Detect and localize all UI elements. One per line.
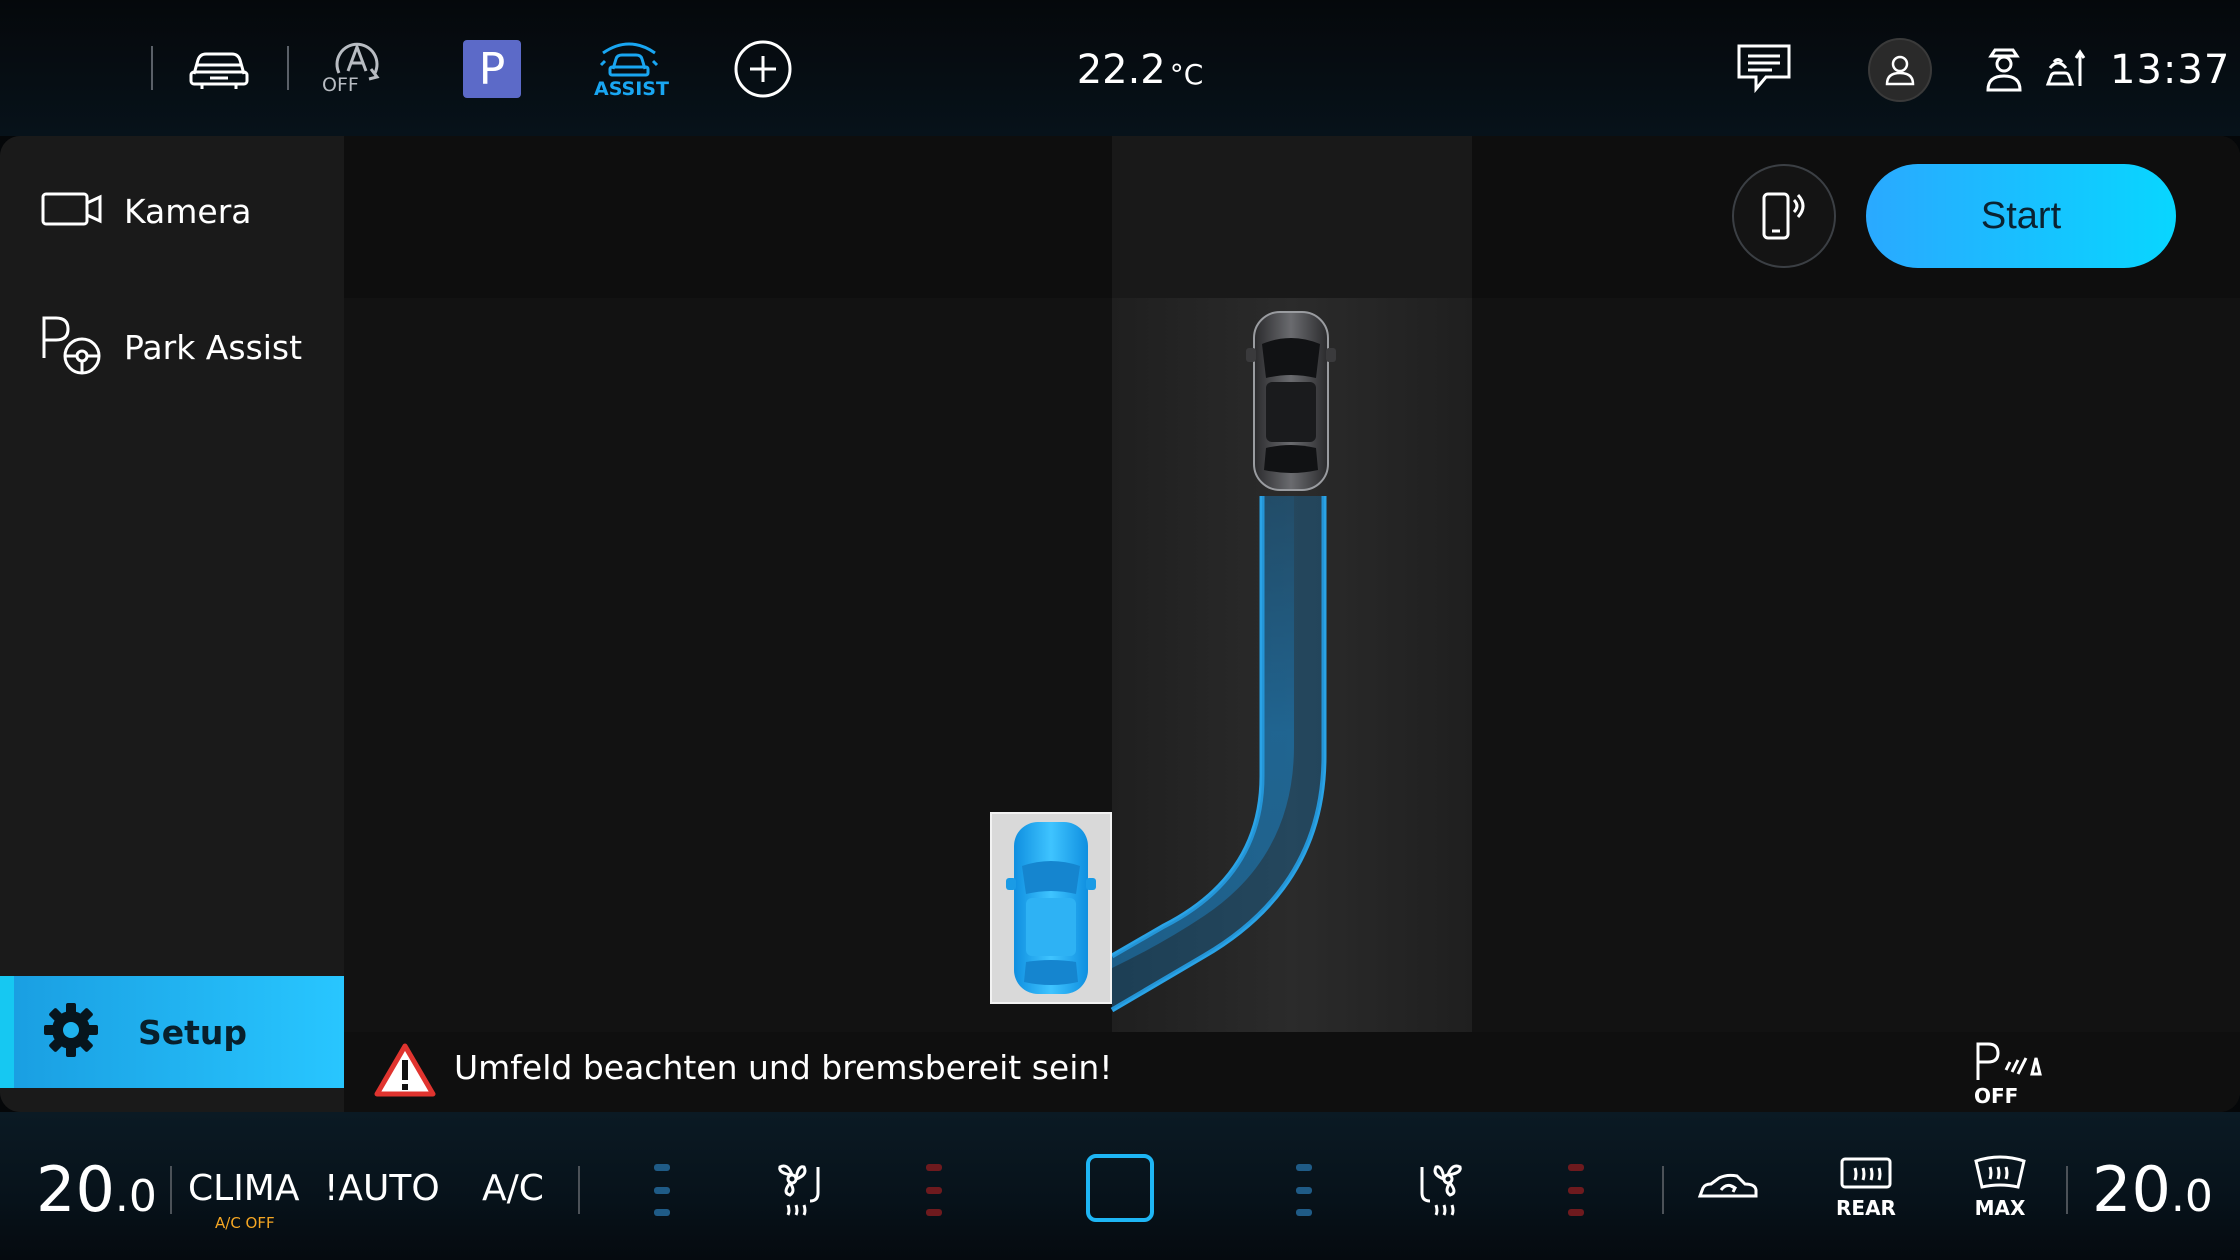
gear-icon [42, 1001, 100, 1063]
right-fan-level [1296, 1164, 1312, 1216]
max-defrost-icon[interactable] [1964, 1155, 2036, 1190]
climate-menu-button[interactable] [1086, 1154, 1154, 1222]
divider [170, 1166, 172, 1214]
seat-ventilation-right-icon[interactable] [1408, 1158, 1472, 1218]
left-fan-level [654, 1164, 670, 1216]
temperature-unit: °C [1169, 57, 1204, 91]
sidebar-item-label: Park Assist [124, 327, 303, 367]
left-temperature[interactable]: 20.0 [36, 1152, 157, 1226]
divider [578, 1166, 580, 1214]
divider [2066, 1166, 2068, 1214]
driver-profile-icon[interactable] [1984, 44, 2024, 94]
sidebar-item-park-assist[interactable]: Park Assist [0, 292, 344, 402]
main-panel: Kamera Park Assist Setup Start Umfeld be… [0, 136, 2240, 1112]
sidebar-item-kamera[interactable]: Kamera [0, 156, 344, 266]
recirculation-icon[interactable] [1696, 1170, 1760, 1206]
assist-label: ASSIST [594, 78, 669, 100]
ac-button[interactable]: A/C [482, 1168, 544, 1209]
left-temperature-dec: .0 [114, 1170, 157, 1222]
warning-icon [374, 1042, 436, 1102]
remote-park-button[interactable] [1732, 164, 1836, 268]
auto-button[interactable]: !AUTO [324, 1168, 440, 1209]
park-assist-view: Start Umfeld beachten und bremsbereit se… [344, 136, 2240, 1112]
left-temperature-int: 20 [36, 1152, 115, 1226]
car-icon[interactable] [186, 40, 252, 96]
right-temperature-int: 20 [2092, 1152, 2171, 1226]
camera-icon [40, 189, 104, 233]
auto-hold-label: OFF [322, 74, 359, 96]
max-defrost-label: MAX [1974, 1196, 2026, 1220]
right-temperature-dec: .0 [2170, 1170, 2213, 1222]
climate-bar: 20.0 CLIMA A/C OFF !AUTO A/C REAR MAX 20… [0, 1112, 2240, 1260]
connected-car-icon[interactable] [2044, 46, 2088, 92]
clima-button[interactable]: CLIMA [188, 1168, 300, 1209]
parking-sensor-label: OFF [1974, 1084, 2019, 1108]
divider [151, 46, 153, 90]
phone-remote-icon [1758, 186, 1810, 246]
clock: 13:37 [2110, 47, 2231, 93]
right-seat-heat-level [1568, 1164, 1584, 1216]
vehicle-target-position [1006, 822, 1096, 994]
sidebar-item-label: Setup [138, 1012, 248, 1052]
vehicle-current-position [1246, 311, 1336, 491]
rear-defrost-label: REAR [1836, 1196, 1896, 1220]
parking-sensor-icon [1976, 1042, 2042, 1080]
parking-trajectory [1110, 496, 1327, 1013]
park-button[interactable]: P [463, 40, 521, 98]
temperature-value: 22.2 [1076, 47, 1166, 93]
left-seat-heat-level [926, 1164, 942, 1216]
divider [287, 46, 289, 90]
status-bar: OFF P ASSIST 22.2 °C 13:37 [0, 0, 2240, 136]
message-icon[interactable] [1736, 42, 1792, 94]
rear-defrost-icon[interactable] [1830, 1156, 1902, 1190]
clima-status: A/C OFF [215, 1214, 275, 1232]
sidebar-item-setup[interactable]: Setup [0, 976, 344, 1088]
outside-temperature: 22.2 °C [1040, 40, 1240, 100]
warning-message: Umfeld beachten und bremsbereit sein! [454, 1048, 1113, 1087]
sidebar-item-label: Kamera [124, 191, 252, 231]
seat-ventilation-left-icon[interactable] [768, 1158, 832, 1218]
parking-sensor-off-button[interactable]: OFF [1974, 1040, 2044, 1108]
park-assist-icon [40, 314, 104, 380]
divider [1662, 1166, 1664, 1214]
apps-grid-icon[interactable] [32, 46, 124, 88]
assist-icon[interactable] [594, 38, 664, 80]
plus-circle-icon[interactable] [732, 38, 794, 100]
sidebar: Kamera Park Assist Setup [0, 136, 344, 1112]
user-icon[interactable] [1868, 38, 1932, 102]
start-button[interactable]: Start [1866, 164, 2176, 268]
right-temperature[interactable]: 20.0 [2092, 1152, 2213, 1226]
